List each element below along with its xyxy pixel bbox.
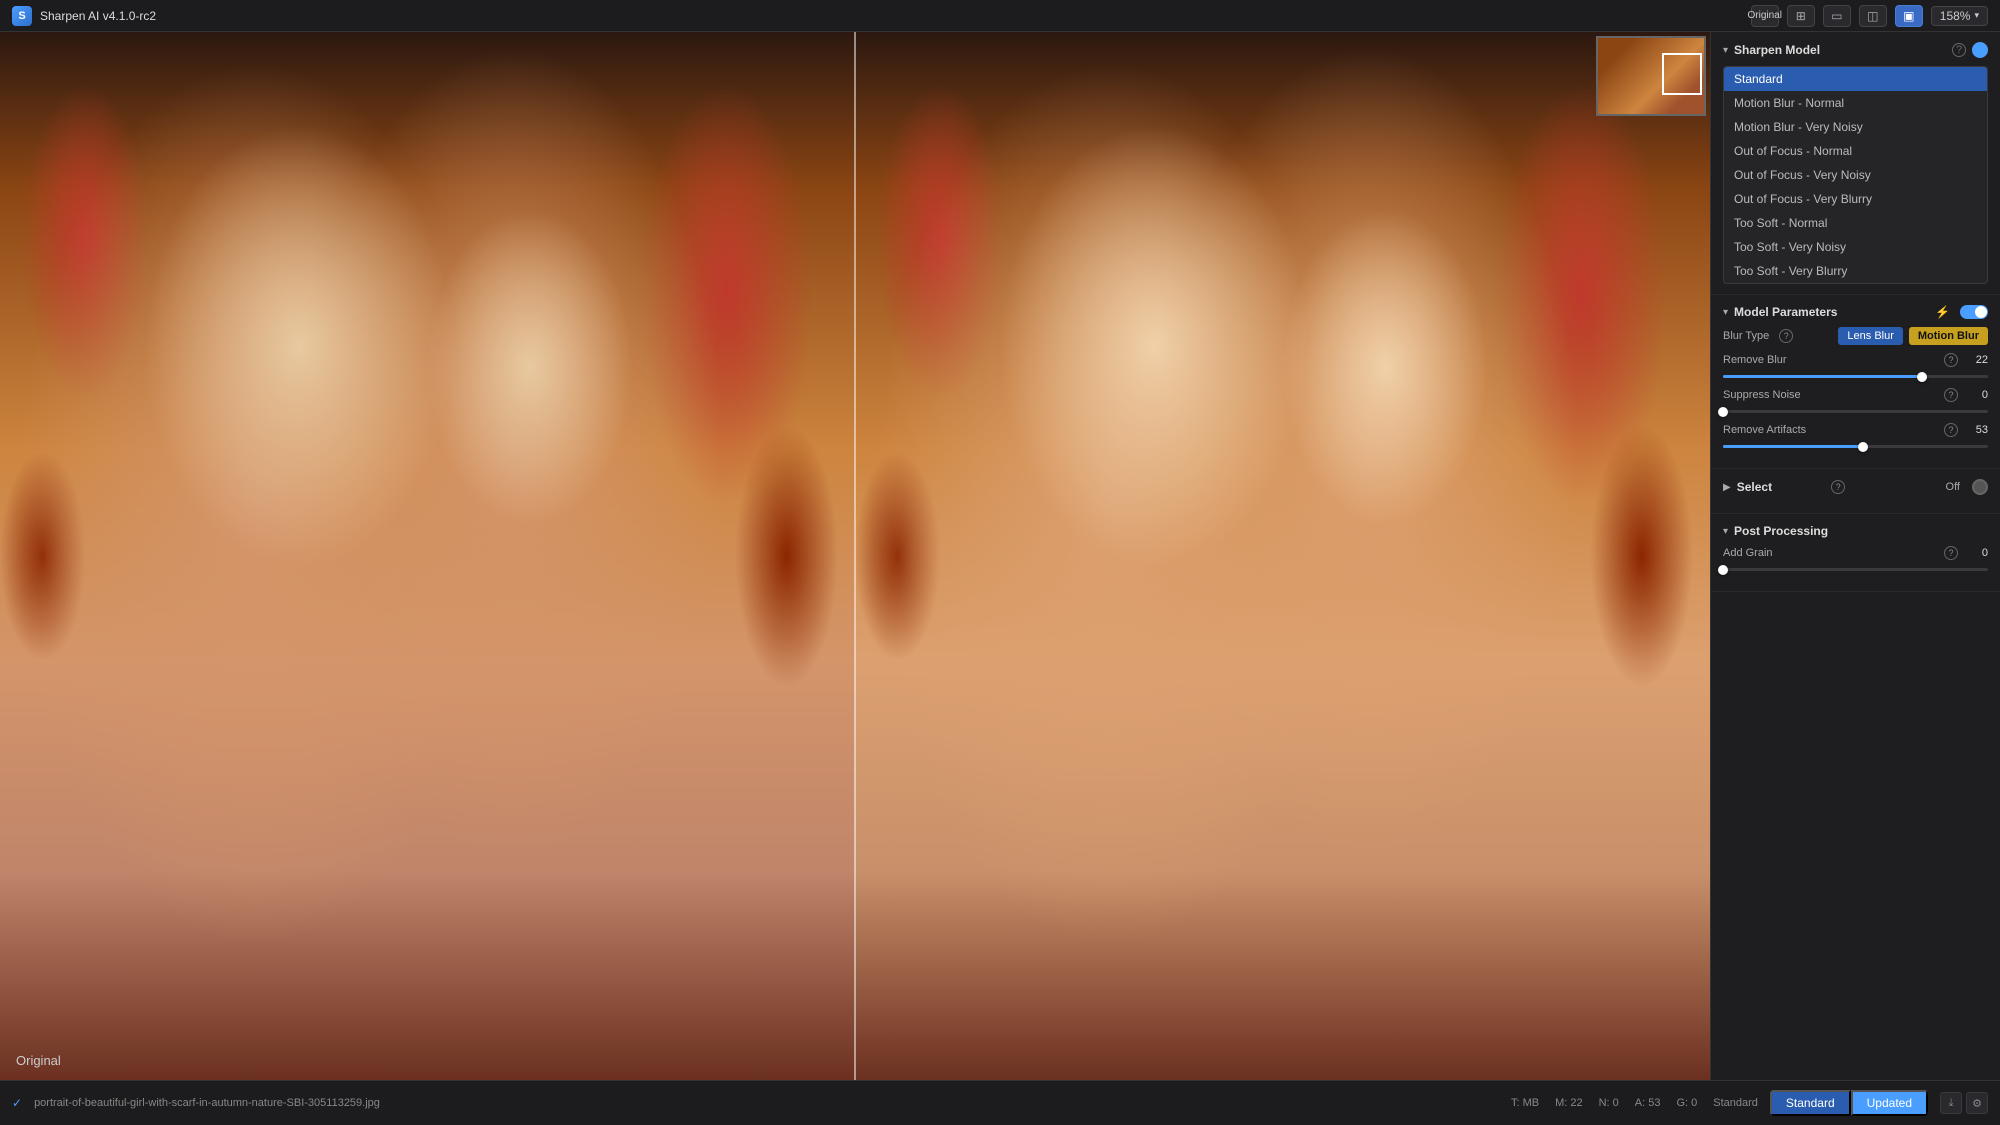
zoom-chevron-icon: ▾	[1974, 10, 1979, 21]
remove-artifacts-value: 53	[1964, 424, 1988, 436]
settings-icon-button[interactable]: ⚙	[1966, 1092, 1988, 1114]
original-image-panel: Original	[0, 32, 855, 1080]
model-params-toggle[interactable]	[1960, 305, 1988, 319]
app-icon: S	[12, 6, 32, 26]
titlebar: S Sharpen AI v4.1.0-rc2 Original ⊞ ▭ ◫ ▣…	[0, 0, 2000, 32]
suppress-noise-value: 0	[1964, 389, 1988, 401]
bottom-tabs: Standard Updated	[1770, 1090, 1928, 1116]
zoom-value: 158%	[1940, 9, 1971, 23]
blur-type-info-icon[interactable]: ?	[1779, 329, 1793, 343]
select-section: ▶ Select ? Off	[1711, 469, 2000, 514]
select-toggle[interactable]	[1972, 479, 1988, 495]
remove-artifacts-label: Remove Artifacts	[1723, 424, 1944, 436]
remove-blur-info-icon[interactable]: ?	[1944, 353, 1958, 367]
add-grain-container: Add Grain ? 0	[1723, 546, 1988, 571]
status-check-icon: ✓	[12, 1096, 22, 1110]
toolbar-icons: Original ⊞ ▭ ◫ ▣ 158% ▾	[1751, 5, 1988, 27]
grid-1x1-button[interactable]: ▭	[1823, 5, 1851, 27]
grid-2x2-button[interactable]: ⊞	[1787, 5, 1815, 27]
tab-updated[interactable]: Updated	[1851, 1090, 1928, 1116]
post-processing-section: ▾ Post Processing Add Grain ? 0	[1711, 514, 2000, 592]
main-image-area: Original	[0, 32, 1710, 1080]
original-button[interactable]: Original	[1751, 5, 1779, 27]
meta-t: T: MB	[1511, 1097, 1539, 1109]
model-list: Standard Motion Blur - Normal Motion Blu…	[1723, 66, 1988, 284]
model-parameters-label: Model Parameters	[1734, 305, 1929, 319]
thumbnail-viewport	[1662, 53, 1702, 95]
lens-blur-chip[interactable]: Lens Blur	[1838, 327, 1902, 345]
tab-standard[interactable]: Standard	[1770, 1090, 1851, 1116]
meta-a: A: 53	[1635, 1097, 1661, 1109]
add-grain-info-icon[interactable]: ?	[1944, 546, 1958, 560]
lightning-icon: ⚡	[1935, 305, 1950, 319]
bottom-icons: ⤓ ⚙	[1940, 1092, 1988, 1114]
app-name: Sharpen AI v4.1.0-rc2	[40, 9, 156, 23]
split-divider	[854, 32, 856, 1080]
meta-model: Standard	[1713, 1097, 1758, 1109]
select-value: Off	[1946, 481, 1960, 493]
model-too-soft-normal[interactable]: Too Soft - Normal	[1724, 211, 1987, 235]
export-icon-button[interactable]: ⤓	[1940, 1092, 1962, 1114]
meta-m: M: 22	[1555, 1097, 1583, 1109]
model-standard[interactable]: Standard	[1724, 67, 1987, 91]
sharpen-model-label: Sharpen Model	[1734, 43, 1946, 57]
model-out-of-focus-normal[interactable]: Out of Focus - Normal	[1724, 139, 1987, 163]
add-grain-slider[interactable]	[1723, 568, 1988, 571]
suppress-noise-label: Suppress Noise	[1723, 389, 1944, 401]
grid-split-button[interactable]: ◫	[1859, 5, 1887, 27]
model-parameters-section: ▾ Model Parameters ⚡ Blur Type ? Lens Bl…	[1711, 295, 2000, 469]
statusbar: ✓ portrait-of-beautiful-girl-with-scarf-…	[0, 1080, 2000, 1125]
sharpen-model-header[interactable]: ▾ Sharpen Model ?	[1723, 42, 1988, 58]
model-out-of-focus-very-blurry[interactable]: Out of Focus - Very Blurry	[1724, 187, 1987, 211]
model-parameters-header[interactable]: ▾ Model Parameters ⚡	[1723, 305, 1988, 319]
select-info-icon[interactable]: ?	[1831, 480, 1845, 494]
zoom-control[interactable]: 158% ▾	[1931, 6, 1988, 26]
suppress-noise-slider[interactable]	[1723, 410, 1988, 413]
add-grain-value: 0	[1964, 547, 1988, 559]
grid-full-button[interactable]: ▣	[1895, 5, 1923, 27]
image-container: Original	[0, 32, 1710, 1080]
select-header[interactable]: ▶ Select ? Off	[1723, 479, 1988, 495]
status-meta: T: MB M: 22 N: 0 A: 53 G: 0 Standard	[1511, 1097, 1758, 1109]
remove-blur-slider[interactable]	[1723, 375, 1988, 378]
sharpen-model-toggle[interactable]	[1972, 42, 1988, 58]
model-motion-blur-very-noisy[interactable]: Motion Blur - Very Noisy	[1724, 115, 1987, 139]
add-grain-label: Add Grain	[1723, 547, 1944, 559]
sharpen-model-info-icon[interactable]: ?	[1952, 43, 1966, 57]
model-out-of-focus-very-noisy[interactable]: Out of Focus - Very Noisy	[1724, 163, 1987, 187]
processed-image-panel	[855, 32, 1710, 1080]
remove-artifacts-slider[interactable]	[1723, 445, 1988, 448]
motion-blur-chip[interactable]: Motion Blur	[1909, 327, 1988, 345]
select-label: Select	[1737, 480, 1825, 494]
thumbnail-preview[interactable]	[1596, 36, 1706, 116]
meta-n: N: 0	[1599, 1097, 1619, 1109]
chevron-down-icon: ▾	[1723, 45, 1728, 56]
suppress-noise-info-icon[interactable]: ?	[1944, 388, 1958, 402]
remove-blur-container: Remove Blur ? 22	[1723, 353, 1988, 378]
post-processing-header[interactable]: ▾ Post Processing	[1723, 524, 1988, 538]
blur-type-label: Blur Type	[1723, 330, 1769, 342]
chevron-down-icon-3: ▾	[1723, 526, 1728, 537]
remove-artifacts-info-icon[interactable]: ?	[1944, 423, 1958, 437]
post-processing-label: Post Processing	[1734, 524, 1988, 538]
status-filename: portrait-of-beautiful-girl-with-scarf-in…	[34, 1097, 1499, 1109]
suppress-noise-container: Suppress Noise ? 0	[1723, 388, 1988, 413]
right-panel: ▾ Sharpen Model ? Standard Motion Blur -…	[1710, 32, 2000, 1080]
sharpen-model-section: ▾ Sharpen Model ? Standard Motion Blur -…	[1711, 32, 2000, 295]
remove-blur-value: 22	[1964, 354, 1988, 366]
chevron-down-icon-2: ▾	[1723, 307, 1728, 318]
model-too-soft-very-blurry[interactable]: Too Soft - Very Blurry	[1724, 259, 1987, 283]
meta-g: G: 0	[1676, 1097, 1697, 1109]
model-motion-blur-normal[interactable]: Motion Blur - Normal	[1724, 91, 1987, 115]
original-label: Original	[16, 1053, 61, 1068]
remove-blur-label: Remove Blur	[1723, 354, 1944, 366]
chevron-right-icon: ▶	[1723, 482, 1731, 493]
remove-artifacts-container: Remove Artifacts ? 53	[1723, 423, 1988, 448]
model-too-soft-very-noisy[interactable]: Too Soft - Very Noisy	[1724, 235, 1987, 259]
blur-type-row: Blur Type ? Lens Blur Motion Blur	[1723, 327, 1988, 345]
